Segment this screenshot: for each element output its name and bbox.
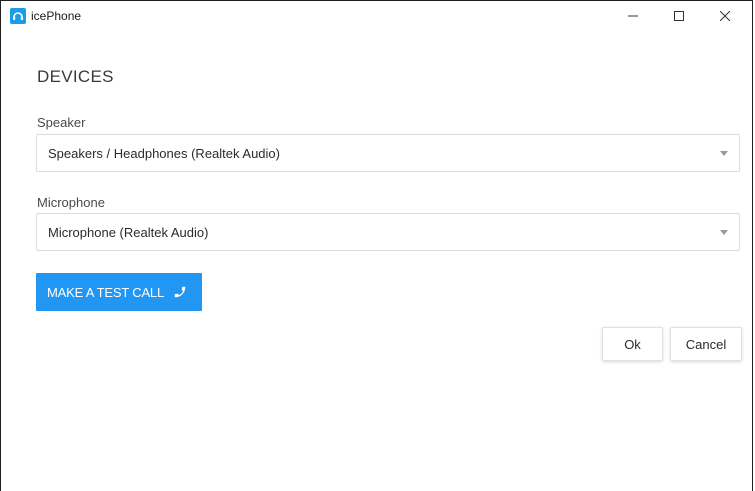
title-bar[interactable]: icePhone: [1, 1, 752, 31]
cancel-button[interactable]: Cancel: [670, 327, 742, 361]
minimize-icon: [628, 15, 638, 17]
maximize-button[interactable]: [657, 1, 701, 31]
maximize-icon: [674, 11, 684, 21]
window-title: icePhone: [31, 9, 82, 23]
make-test-call-button[interactable]: MAKE A TEST CALL: [36, 273, 202, 311]
chevron-down-icon: [720, 230, 728, 235]
chevron-down-icon: [720, 151, 728, 156]
ok-button[interactable]: Ok: [602, 327, 663, 361]
speaker-select[interactable]: Speakers / Headphones (Realtek Audio): [36, 134, 740, 172]
close-button[interactable]: [703, 1, 747, 31]
minimize-button[interactable]: [611, 1, 655, 31]
page-title: DEVICES: [37, 67, 114, 86]
microphone-selected-value: Microphone (Realtek Audio): [48, 225, 209, 240]
phone-icon: [173, 285, 187, 299]
close-icon: [720, 11, 730, 21]
speaker-label: Speaker: [37, 115, 86, 130]
speaker-selected-value: Speakers / Headphones (Realtek Audio): [48, 146, 280, 161]
app-window: icePhone DEVICES Speaker Speakers / Head…: [0, 0, 753, 491]
microphone-label: Microphone: [37, 195, 105, 210]
make-test-call-label: MAKE A TEST CALL: [47, 284, 164, 300]
app-logo-icon: [10, 8, 26, 24]
microphone-select[interactable]: Microphone (Realtek Audio): [36, 213, 740, 251]
